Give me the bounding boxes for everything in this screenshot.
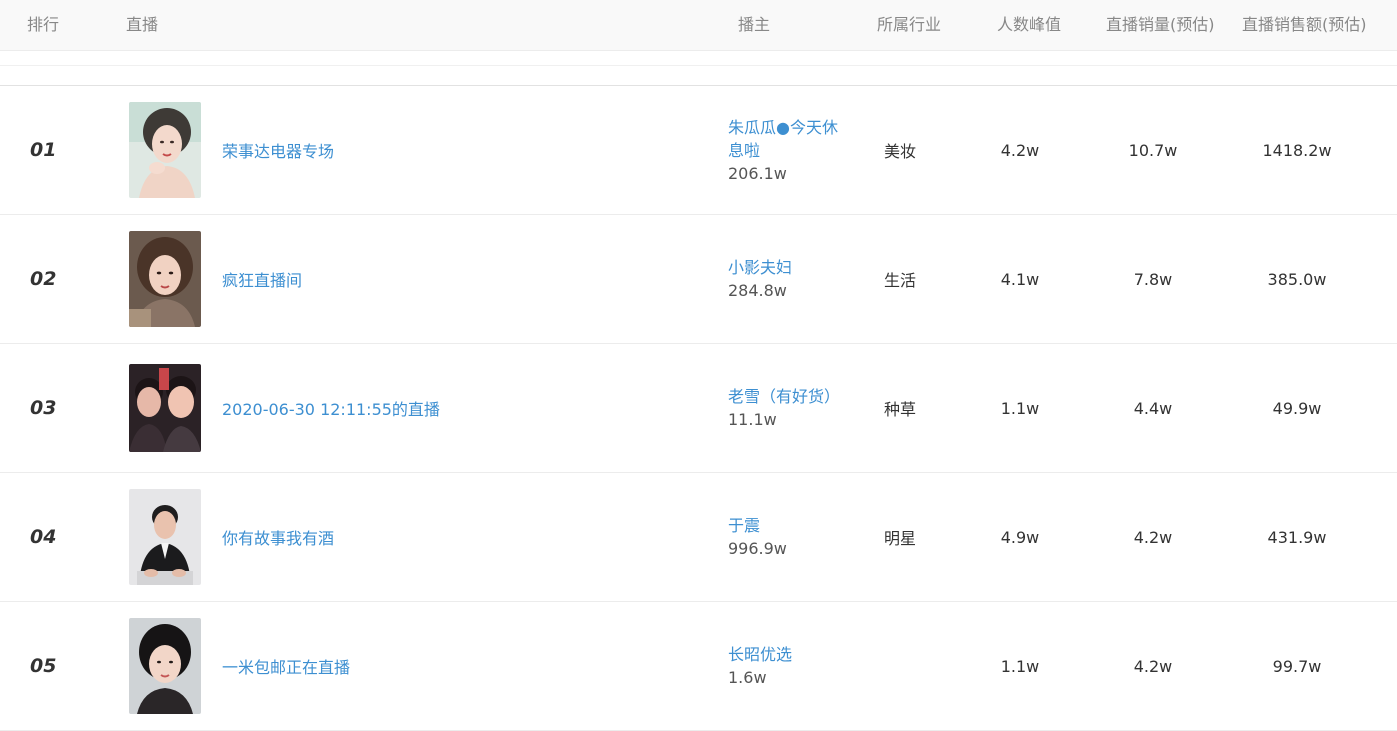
header-rank: 排行 [27,15,60,34]
table-row: 05 一米包邮正在直播 长昭优选 1.6w 1.1w 4.2w 99.7w [0,602,1397,731]
anchor-name-link[interactable]: 老雪（有好货） [728,385,840,408]
live-thumbnail[interactable] [129,86,201,214]
anchor-fans: 11.1w [728,410,777,429]
sales-amount: 385.0w [1267,269,1327,289]
industry: 生活 [883,271,916,290]
industry: 明星 [883,529,916,548]
sales-volume: 4.2w [1133,527,1173,547]
anchor-fans: 206.1w [728,163,787,183]
anchor-fans: 1.6w [728,668,767,687]
live-thumbnail[interactable] [129,344,201,472]
avatar-photo [129,231,201,327]
peak-viewers: 4.9w [1000,527,1040,547]
anchor-cell: 于震 996.9w [728,473,848,601]
sales-volume: 10.7w [1128,140,1178,160]
anchor-fans: 996.9w [728,539,787,558]
table-row: 01 荣事达电器专场 朱瓜瓜●今天休息啦 206.1w 美妆 4.2w 10.7… [0,86,1397,215]
sales-volume: 4.4w [1133,398,1173,418]
industry: 种草 [883,400,916,419]
rank-number: 03 [30,397,57,419]
live-thumbnail[interactable] [129,602,201,730]
header-anchor: 播主 [738,15,771,34]
header-sales[interactable]: 直播销量(预估) [1106,0,1215,51]
peak-viewers: 1.1w [1000,656,1040,676]
anchor-cell: 长昭优选 1.6w [728,602,848,730]
table-header: 排行 直播 播主 所属行业 人数峰值 直播销量(预估) 直播销售额(预估) [0,0,1397,51]
sales-amount: 1418.2w [1262,140,1332,160]
rank-number: 04 [30,526,57,548]
peak-viewers: 4.2w [1000,140,1040,160]
anchor-name-link[interactable]: 于震 [728,514,840,537]
table-row: 03 2020-06-30 12:11:55的直播 老雪（有好货） 11.1w … [0,344,1397,473]
anchor-name-link[interactable]: 朱瓜瓜●今天休息啦 [728,116,840,162]
live-title-link[interactable]: 疯狂直播间 [222,215,692,343]
divider [0,65,1397,66]
anchor-cell: 老雪（有好货） 11.1w [728,344,848,472]
table-row: 04 你有故事我有酒 于震 996.9w 明星 4.9w 4.2w 431.9w [0,473,1397,602]
avatar-photo [129,489,201,585]
table-row: 02 疯狂直播间 小影夫妇 284.8w 生活 4.1w 7.8w 385.0w [0,215,1397,344]
sales-amount: 49.9w [1272,398,1322,418]
anchor-name-link[interactable]: 小影夫妇 [728,256,840,279]
sales-volume: 7.8w [1133,269,1173,289]
avatar-photo [129,618,201,714]
peak-viewers: 4.1w [1000,269,1040,289]
avatar-photo [129,364,201,452]
table-body: 01 荣事达电器专场 朱瓜瓜●今天休息啦 206.1w 美妆 4.2w 10.7… [0,86,1397,731]
sales-amount: 431.9w [1267,527,1327,547]
industry [850,602,950,730]
header-peak[interactable]: 人数峰值 [997,0,1061,51]
peak-viewers: 1.1w [1000,398,1040,418]
anchor-fans: 284.8w [728,281,787,300]
header-amount[interactable]: 直播销售额(预估) [1242,0,1367,51]
rank-number: 05 [30,655,57,677]
sales-amount: 99.7w [1272,656,1322,676]
anchor-cell: 小影夫妇 284.8w [728,215,848,343]
live-title-link[interactable]: 2020-06-30 12:11:55的直播 [222,344,692,472]
anchor-cell: 朱瓜瓜●今天休息啦 206.1w [728,86,848,214]
sales-volume: 4.2w [1133,656,1173,676]
live-ranking-table: 排行 直播 播主 所属行业 人数峰值 直播销量(预估) 直播销售额(预估) 01 [0,0,1397,731]
live-thumbnail[interactable] [129,473,201,601]
live-title-link[interactable]: 荣事达电器专场 [222,86,692,214]
avatar-photo [129,102,201,198]
rank-number: 02 [30,268,57,290]
anchor-name-link[interactable]: 长昭优选 [728,643,840,666]
header-live: 直播 [126,15,159,34]
live-title-link[interactable]: 一米包邮正在直播 [222,602,692,730]
header-industry: 所属行业 [877,15,942,34]
live-title-link[interactable]: 你有故事我有酒 [222,473,692,601]
live-thumbnail[interactable] [129,215,201,343]
rank-number: 01 [30,139,57,161]
industry: 美妆 [883,142,916,161]
